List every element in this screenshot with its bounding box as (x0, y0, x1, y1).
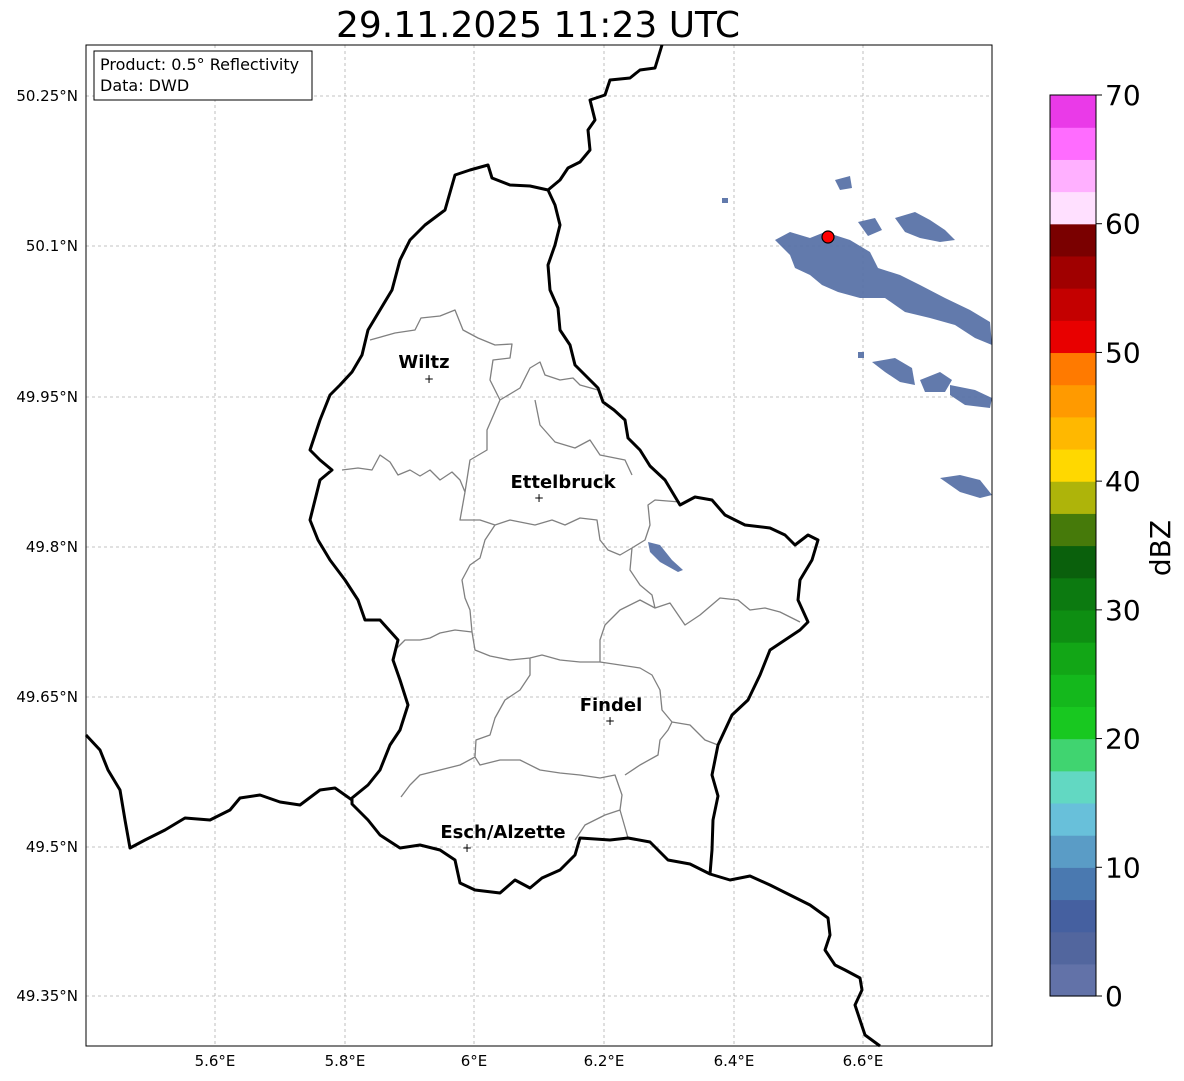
city-label-ettelbruck: Ettelbruck (510, 472, 616, 493)
colorbar-step (1050, 802, 1096, 836)
colorbar-step (1050, 159, 1096, 193)
lat-tick: 50.25°N (16, 87, 78, 105)
colorbar-step (1050, 642, 1096, 675)
chart-title: 29.11.2025 11:23 UTC (336, 5, 740, 46)
colorbar: 0 10 20 30 40 50 60 70 dBZ (1049, 79, 1177, 1013)
colorbar-step (1050, 545, 1096, 579)
colorbar-tick-label: 10 (1105, 851, 1141, 884)
lat-tick: 49.65°N (16, 688, 78, 706)
colorbar-step (1050, 706, 1096, 740)
colorbar-step (1050, 481, 1096, 514)
colorbar-step (1050, 513, 1096, 547)
lat-tick: 49.5°N (26, 838, 78, 856)
info-product: Product: 0.5° Reflectivity (100, 55, 299, 74)
lat-tick: 50.1°N (26, 237, 78, 255)
map-plot-area: + Wiltz + Ettelbruck + Findel + Esch/Alz… (84, 44, 993, 1048)
colorbar-step (1050, 127, 1096, 160)
colorbar-step (1050, 674, 1096, 707)
colorbar-tick-label: 50 (1105, 336, 1141, 369)
colorbar-step (1050, 448, 1096, 482)
colorbar-step (1050, 320, 1096, 354)
lon-tick: 5.6°E (195, 1052, 236, 1070)
colorbar-step (1050, 191, 1096, 225)
colorbar-step (1050, 95, 1096, 128)
colorbar-tick-label: 60 (1105, 208, 1141, 241)
lon-tick: 5.8°E (325, 1052, 366, 1070)
colorbar-step (1050, 963, 1096, 997)
city-label-esch-alzette: Esch/Alzette (440, 822, 565, 843)
colorbar-step (1050, 416, 1096, 450)
city-marker-icon: + (424, 372, 434, 386)
info-box: Product: 0.5° Reflectivity Data: DWD (93, 50, 313, 101)
colorbar-step (1050, 738, 1096, 772)
city-marker-icon: + (462, 841, 472, 855)
colorbar-step (1050, 899, 1096, 933)
lat-tick: 49.8°N (26, 538, 78, 556)
colorbar-tick-label: 70 (1105, 79, 1141, 112)
city-label-findel: Findel (580, 695, 643, 716)
lat-tick: 49.35°N (16, 987, 78, 1005)
info-data-source: Data: DWD (100, 76, 189, 95)
colorbar-tick-label: 30 (1105, 594, 1141, 627)
colorbar-step (1050, 867, 1096, 901)
city-marker-icon: + (534, 491, 544, 505)
lon-tick: 6.6°E (843, 1052, 884, 1070)
colorbar-ticks: 0 10 20 30 40 50 60 70 (1096, 79, 1141, 1013)
colorbar-step (1050, 352, 1096, 386)
lon-tick: 6.4°E (714, 1052, 755, 1070)
colorbar-step (1050, 577, 1096, 611)
colorbar-step (1050, 255, 1096, 289)
lon-tick: 6.2°E (584, 1052, 625, 1070)
colorbar-step (1050, 288, 1096, 321)
lat-tick: 49.95°N (16, 388, 78, 406)
colorbar-step (1050, 835, 1096, 868)
colorbar-steps (1050, 95, 1096, 997)
longitude-tick-labels: 5.6°E 5.8°E 6°E 6.2°E 6.4°E 6.6°E (195, 1052, 884, 1070)
colorbar-tick-label: 40 (1105, 465, 1141, 498)
lon-tick: 6°E (461, 1052, 488, 1070)
latitude-tick-labels: 50.25°N 50.1°N 49.95°N 49.8°N 49.65°N 49… (16, 87, 78, 1005)
colorbar-label: dBZ (1144, 520, 1177, 576)
colorbar-step (1050, 931, 1096, 965)
map-background (86, 45, 992, 1046)
city-label-wiltz: Wiltz (398, 352, 449, 373)
city-marker-icon: + (605, 714, 615, 728)
colorbar-tick-label: 20 (1105, 723, 1141, 756)
radar-site-marker (821, 230, 835, 244)
colorbar-step (1050, 609, 1096, 643)
colorbar-step (1050, 223, 1096, 257)
colorbar-step (1050, 384, 1096, 418)
colorbar-step (1050, 770, 1096, 804)
colorbar-tick-label: 0 (1105, 980, 1123, 1013)
